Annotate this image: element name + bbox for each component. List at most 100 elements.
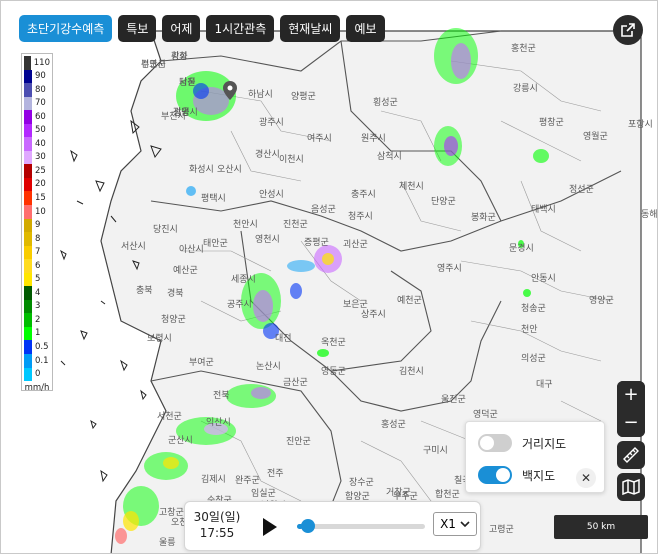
map-viewer: 김포시 서울 강화 광명시 하남시 양평군 부천시 광주시 여주시 원주시 화성시 오산시 이천시 평택시…	[0, 0, 658, 554]
place-label: 태백시	[531, 205, 556, 215]
playback-timeline[interactable]	[297, 519, 425, 533]
place-label: 의성군	[521, 354, 546, 364]
zoom-in-button[interactable]: +	[617, 381, 645, 409]
legend-row: 70	[24, 96, 50, 111]
place-label: 부안군	[141, 60, 166, 70]
legend-swatch	[24, 218, 32, 233]
place-label: 당진	[179, 78, 196, 88]
place-label: 제천시	[399, 182, 424, 192]
place-label: 청양군	[161, 315, 186, 325]
place-label: 음성군	[311, 205, 336, 215]
place-label: 홍성군	[381, 420, 406, 430]
tab-current-weather[interactable]: 현재날씨	[280, 15, 341, 42]
legend-value: 3	[35, 301, 41, 312]
tab-nowcast[interactable]: 초단기강수예측	[19, 15, 113, 42]
legend-row: 3	[24, 299, 50, 314]
place-label: 고령군	[489, 525, 514, 535]
legend-value: 6	[35, 260, 41, 271]
place-label: 진안군	[286, 437, 311, 447]
legend-row: 0	[24, 367, 50, 382]
place-label: 동해시	[641, 210, 658, 220]
legend-row: 4	[24, 286, 50, 300]
place-label: 영양군	[589, 296, 614, 306]
place-label: 전주	[267, 469, 284, 479]
place-label: 단양군	[431, 197, 456, 207]
place-label: 안동시	[531, 274, 556, 284]
legend-row: 40	[24, 137, 50, 151]
legend-swatch	[24, 299, 32, 314]
timeline-handle[interactable]	[301, 519, 315, 533]
place-label: 공주시	[227, 300, 252, 310]
tab-warning[interactable]: 특보	[118, 15, 157, 42]
place-label: 문경시	[509, 244, 534, 254]
legend-row: 50	[24, 123, 50, 138]
legend-swatch	[24, 110, 32, 124]
place-label: 경산시	[255, 150, 280, 160]
legend-swatch	[24, 205, 32, 219]
blank-map-toggle[interactable]	[478, 466, 512, 484]
legend-swatch	[24, 96, 32, 111]
legend-value: 4	[35, 287, 41, 298]
tab-forecast[interactable]: 예보	[346, 15, 385, 42]
map-layer-button[interactable]	[617, 473, 645, 501]
place-label: 영월군	[583, 132, 608, 142]
place-label: 옥천군	[321, 338, 346, 348]
place-label: 보은군	[343, 300, 368, 310]
legend-swatch	[24, 272, 32, 287]
legend-swatch	[24, 56, 31, 70]
legend-unit: mm/h	[24, 383, 50, 394]
place-label: 천안시	[233, 220, 258, 230]
place-label: 김천시	[399, 367, 424, 377]
legend-row: 1	[24, 326, 50, 341]
place-label: 구미시	[423, 446, 448, 456]
place-label: 정읍	[173, 108, 190, 118]
map-tools: + −	[617, 381, 647, 501]
legend-value: 50	[35, 125, 46, 136]
playback-control: 30일(일) 17:55 X1	[184, 501, 481, 551]
play-button[interactable]	[257, 514, 281, 540]
place-label: 진천군	[283, 220, 308, 230]
legend-value: 20	[35, 179, 46, 190]
layer-panel: 거리지도 백지도 ✕	[465, 421, 605, 493]
legend-swatch	[24, 245, 32, 260]
place-label: 익산시	[206, 418, 231, 428]
legend-value: 80	[35, 84, 46, 95]
layer-panel-close-button[interactable]: ✕	[576, 468, 596, 488]
place-label: 증평군	[304, 238, 329, 248]
legend-swatch	[24, 367, 32, 382]
legend-swatch	[24, 191, 32, 206]
place-label: 화성시	[189, 165, 214, 175]
zoom-out-button[interactable]: −	[617, 409, 645, 437]
place-label: 예산군	[173, 266, 198, 276]
place-label: 정선군	[569, 185, 594, 195]
place-label: 예천군	[397, 296, 422, 306]
legend-row: 8	[24, 232, 50, 246]
layer-row-blank-map: 백지도	[478, 466, 555, 484]
place-label: 평택시	[201, 194, 226, 204]
ruler-button[interactable]	[617, 441, 645, 469]
legend-value: 8	[35, 233, 41, 244]
playback-date: 30일(일)	[193, 510, 241, 524]
place-label: 울릉	[159, 538, 176, 548]
external-link-icon	[621, 23, 635, 37]
legend-swatch	[24, 232, 32, 246]
place-label: 영동군	[321, 367, 346, 377]
legend-value: 9	[35, 220, 41, 231]
place-label: 임실군	[251, 489, 276, 499]
place-label: 군산시	[168, 436, 193, 446]
play-icon	[263, 518, 277, 536]
tab-hourly-observation[interactable]: 1시간관측	[206, 15, 275, 42]
road-map-toggle[interactable]	[478, 434, 512, 452]
tab-yesterday[interactable]: 어제	[162, 15, 201, 42]
legend-value: 0.5	[35, 342, 49, 352]
speed-select[interactable]: X1	[433, 512, 477, 536]
open-new-window-button[interactable]	[613, 15, 643, 45]
legend-row: 15	[24, 191, 50, 206]
legend-row: 6	[24, 259, 50, 273]
place-label: 합천군	[435, 490, 460, 500]
place-label: 울진군	[441, 395, 466, 405]
legend-row: 110	[24, 56, 50, 70]
legend-row: 0.5	[24, 340, 50, 355]
place-label: 횡성군	[373, 98, 398, 108]
place-label: 충북	[136, 286, 153, 296]
